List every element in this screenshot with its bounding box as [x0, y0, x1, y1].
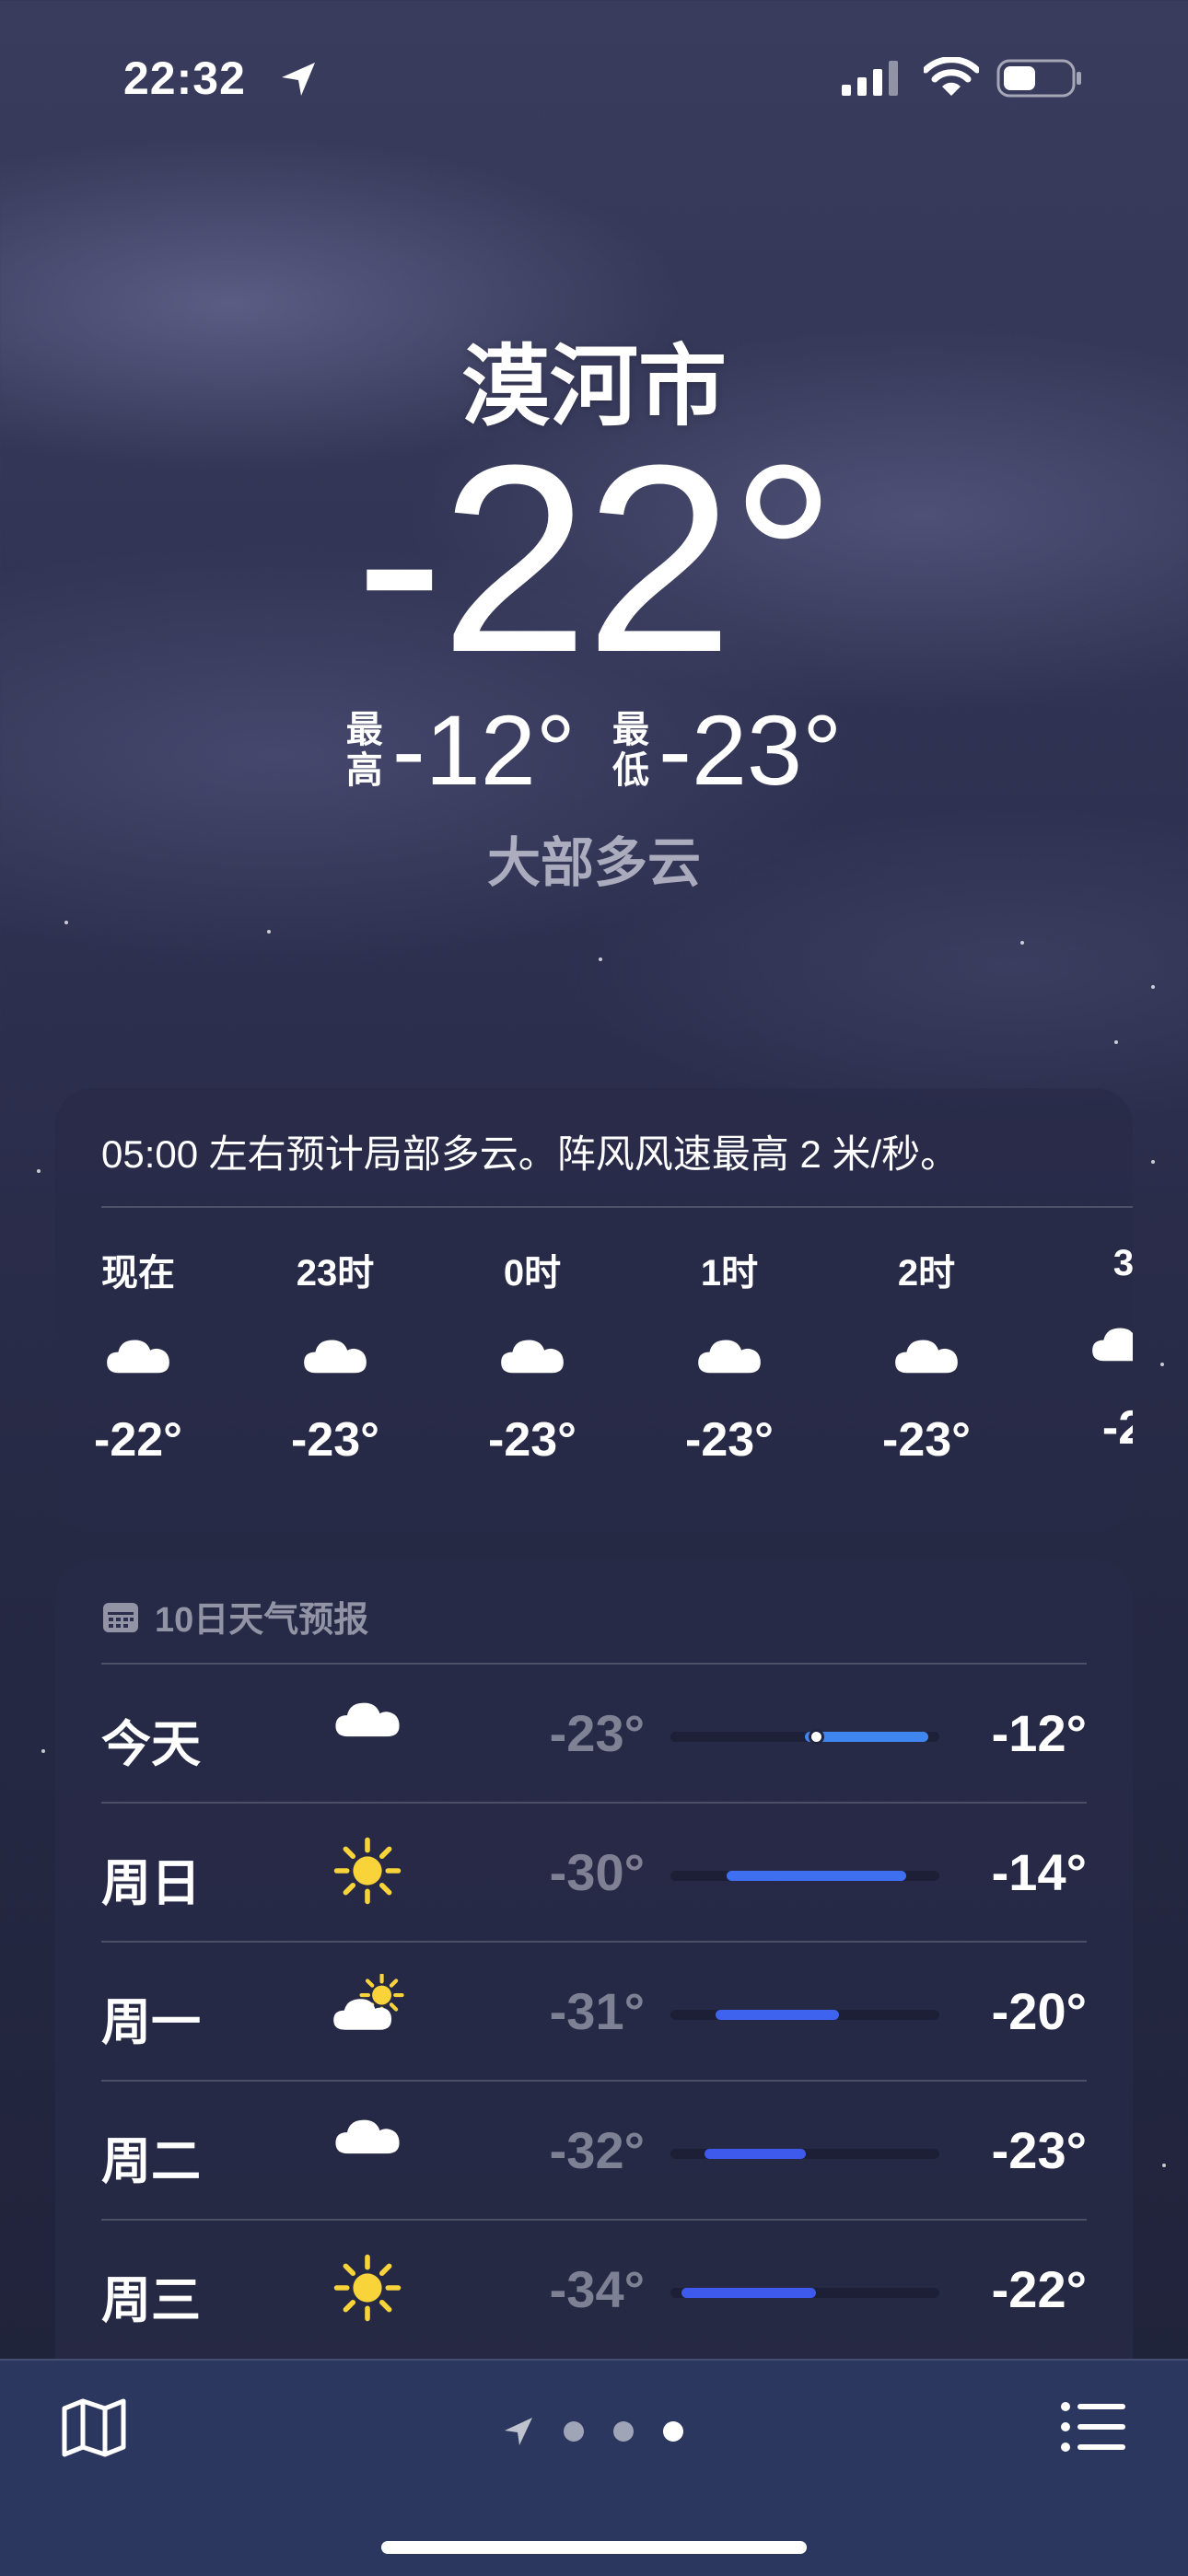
current-temperature: -22°	[355, 410, 836, 708]
cellular-signal-icon	[842, 61, 898, 96]
hourly-item: 2时 -23°	[844, 1243, 1009, 1468]
high-temperature: -22°	[991, 2260, 1087, 2318]
high-temperature: -12°	[991, 1704, 1087, 1762]
sun-icon	[333, 2254, 402, 2322]
partly-cloudy-icon	[333, 1972, 404, 2030]
high-temperature: -14°	[991, 1843, 1087, 1901]
cloud-icon	[1092, 1328, 1133, 1362]
cloud-icon	[107, 1340, 169, 1374]
hourly-forecast-card[interactable]: 05:00 左右预计局部多云。阵风风速最高 2 米/秒。 现在 -22° 23时 -2…	[55, 1088, 1133, 1532]
temperature-range-fill	[681, 2288, 816, 2298]
day-label: 周二	[101, 2134, 201, 2189]
hourly-item: 1时 -23°	[646, 1243, 812, 1468]
row-divider	[101, 1941, 1087, 1943]
row-divider	[101, 2080, 1087, 2082]
high-label-char: 高	[345, 750, 383, 791]
hour-label: 3	[1112, 1243, 1133, 1283]
hour-temperature: -22°	[94, 1413, 182, 1467]
daily-row[interactable]: 周三 -34° -22°	[101, 2219, 1087, 2357]
day-label: 周日	[101, 1856, 201, 1911]
home-indicator[interactable]	[381, 2541, 807, 2554]
cloud-icon	[335, 2119, 400, 2154]
current-temp-dot	[809, 1729, 824, 1745]
low-temperature: -32°	[549, 2121, 645, 2179]
row-divider	[101, 1663, 1087, 1665]
low-label-char: 低	[612, 750, 649, 791]
daily-row[interactable]: 周二 -32° -23°	[101, 2080, 1087, 2218]
page-indicator[interactable]	[503, 2416, 683, 2447]
daily-row[interactable]: 周一 -31° -20°	[101, 1941, 1087, 2079]
temperature-range-bar	[670, 2288, 939, 2298]
battery-icon	[996, 59, 1081, 98]
low-label: 最 低	[612, 710, 649, 791]
hourly-item: 0时 -23°	[449, 1243, 615, 1468]
temperature-range-bar	[670, 1729, 939, 1745]
hourly-divider	[101, 1206, 1133, 1208]
high-value: -12°	[391, 694, 576, 806]
cloud-icon	[335, 1702, 400, 1737]
cloud-icon	[895, 1340, 958, 1374]
cloud-icon	[501, 1340, 564, 1374]
high-label-char: 最	[345, 710, 383, 750]
cloud-icon	[698, 1340, 761, 1374]
temperature-range-fill	[727, 1871, 906, 1881]
location-page-icon[interactable]	[503, 2416, 534, 2447]
hour-label: 1时	[700, 1253, 759, 1294]
high-low-temperatures: 最 高 -12° 最 低 -23°	[0, 700, 1188, 801]
hourly-item: 23时 -23°	[252, 1243, 418, 1468]
day-label: 周一	[101, 1995, 201, 2050]
high-temperature: 最 高 -12°	[346, 700, 576, 801]
ten-day-title: 10日天气预报	[155, 1601, 369, 1640]
status-time: 22:32	[123, 52, 246, 104]
hour-label: 2时	[897, 1253, 956, 1294]
low-value: -23°	[658, 694, 843, 806]
temperature-range-bar	[670, 2010, 939, 2020]
low-temperature: 最 低 -23°	[612, 700, 842, 801]
hour-temperature: -23°	[291, 1413, 379, 1467]
high-temperature: -20°	[991, 1982, 1087, 2040]
hour-temperature: -23°	[882, 1413, 971, 1467]
temperature-range-bar	[670, 1871, 939, 1881]
sun-icon	[333, 1837, 402, 1905]
daily-row[interactable]: 周日 -30° -14°	[101, 1802, 1087, 1940]
hour-label: 0时	[503, 1253, 562, 1294]
bottom-toolbar	[0, 2359, 1188, 2576]
temperature-range-bar	[670, 2149, 939, 2159]
daily-row[interactable]: 今天 -23° -12°	[101, 1663, 1087, 1801]
city-list-icon[interactable]	[1061, 2401, 1125, 2453]
day-label: 今天	[101, 1717, 201, 1772]
low-label-char: 最	[612, 710, 649, 750]
map-icon[interactable]	[61, 2397, 127, 2458]
temperature-range-fill	[716, 2010, 839, 2020]
row-divider	[101, 2219, 1087, 2221]
hourly-item: 现在 -22°	[55, 1243, 221, 1468]
hour-label: 现在	[101, 1253, 175, 1294]
weather-condition: 大部多云	[486, 833, 701, 893]
low-temperature: -23°	[549, 1704, 645, 1762]
low-temperature: -34°	[549, 2260, 645, 2318]
page-dot[interactable]	[564, 2421, 584, 2442]
cloud-icon	[304, 1340, 367, 1374]
ten-day-header: 10日天气预报	[101, 1591, 368, 1642]
hour-temperature: -23°	[488, 1413, 577, 1467]
location-arrow-icon	[282, 63, 315, 96]
hourly-summary: 05:00 左右预计局部多云。阵风风速最高 2 米/秒。	[101, 1132, 960, 1176]
page-dot-active[interactable]	[663, 2421, 683, 2442]
page-dot[interactable]	[613, 2421, 634, 2442]
high-temperature: -23°	[991, 2121, 1087, 2179]
temperature-range-fill	[705, 2149, 806, 2159]
hour-temperature: -23°	[685, 1413, 774, 1467]
wifi-icon	[924, 57, 979, 96]
hourly-item: 3 -2	[1041, 1243, 1133, 1456]
day-label: 周三	[101, 2273, 201, 2328]
high-label: 最 高	[346, 710, 383, 791]
calendar-icon	[103, 1602, 138, 1632]
row-divider	[101, 1802, 1087, 1804]
hour-label: 23时	[296, 1253, 375, 1294]
low-temperature: -31°	[549, 1982, 645, 2040]
hour-temperature: -2	[1101, 1401, 1133, 1455]
low-temperature: -30°	[549, 1843, 645, 1901]
